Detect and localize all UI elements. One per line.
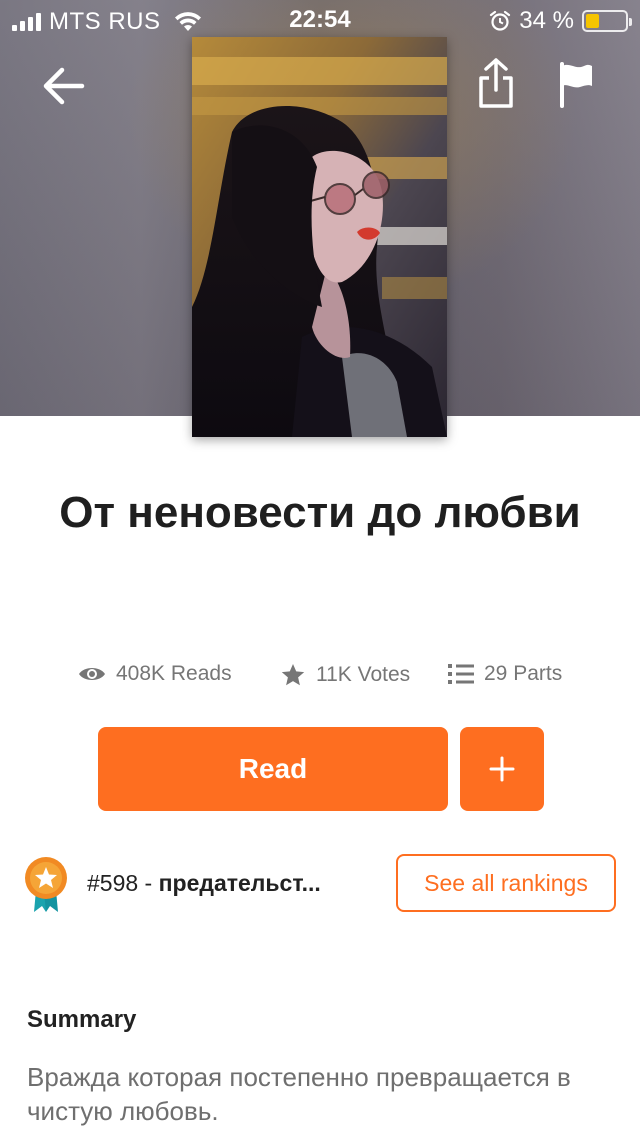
share-button[interactable]: [472, 56, 520, 112]
book-cover[interactable]: [192, 37, 447, 437]
summary-text: Вражда которая постепенно превращается в…: [27, 1062, 571, 1126]
plus-icon: [489, 756, 515, 782]
see-all-rankings-button[interactable]: See all rankings: [396, 854, 616, 912]
cover-image: [192, 37, 447, 437]
summary-heading: Summary: [27, 1006, 137, 1033]
read-button[interactable]: Read: [98, 727, 448, 811]
eye-icon: [79, 668, 105, 680]
back-button[interactable]: [38, 60, 90, 112]
battery-percent: 34 %: [519, 7, 574, 34]
add-to-library-button[interactable]: [460, 727, 544, 811]
report-button[interactable]: [552, 60, 600, 112]
story-title: От неновести до любви: [59, 488, 581, 537]
rank-separator: -: [138, 870, 159, 896]
battery-icon: [582, 10, 632, 32]
status-bar: MTS RUS 22:54 34 %: [0, 0, 640, 40]
star-icon: [281, 664, 305, 686]
status-right: 34 %: [489, 7, 632, 35]
medal-icon: [25, 857, 67, 912]
rank-text[interactable]: #598 - предательст...: [87, 870, 321, 897]
reads-count: 408K Reads: [116, 662, 232, 685]
reads-stat: 408K Reads: [78, 662, 232, 686]
rank-number: #598: [87, 870, 139, 896]
share-icon: [479, 58, 513, 108]
story-stats: 408K Reads 11K Votes 29 Parts: [0, 662, 640, 698]
votes-count: 11K Votes: [316, 663, 411, 686]
flag-icon: [560, 62, 592, 108]
alarm-icon: [490, 10, 511, 31]
rank-tag: предательст...: [158, 870, 321, 896]
votes-stat: 11K Votes: [280, 662, 410, 688]
back-arrow-icon: [43, 67, 85, 105]
parts-stat: 29 Parts: [448, 662, 562, 686]
list-icon: [448, 664, 474, 684]
ranking-row: #598 - предательст... See all rankings: [0, 852, 640, 916]
parts-count: 29 Parts: [484, 662, 563, 685]
